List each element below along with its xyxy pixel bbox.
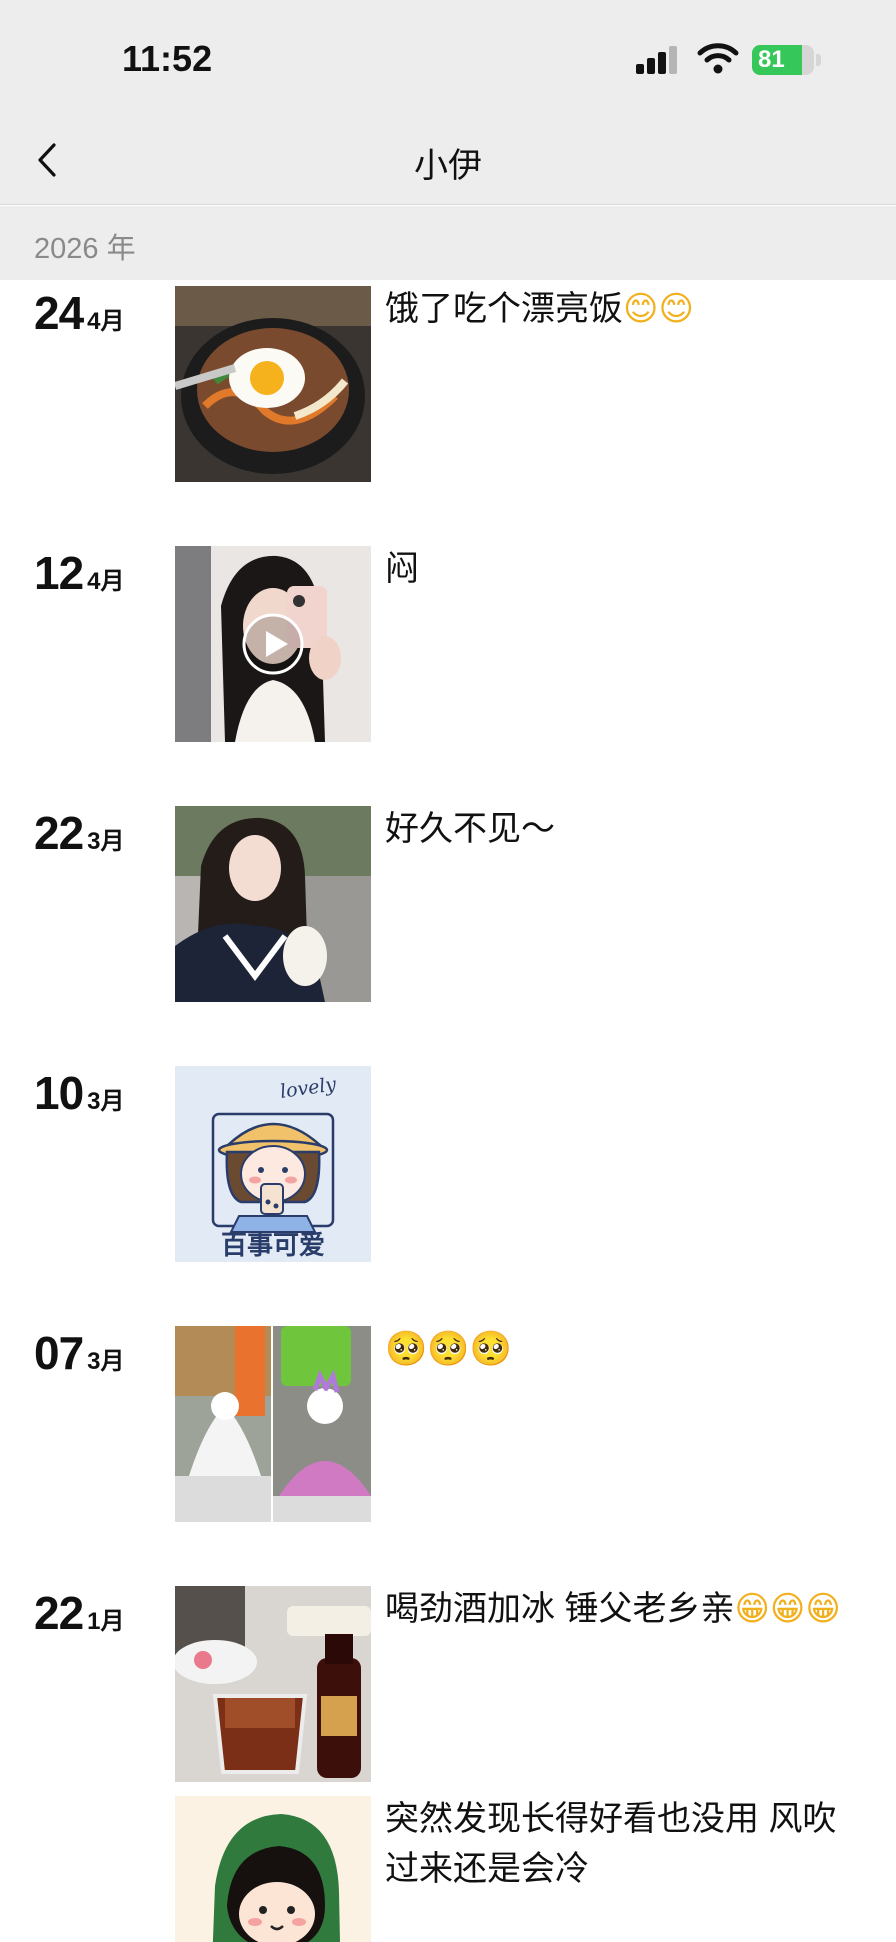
post-caption-text: 闷: [385, 550, 419, 588]
figurine-collage-thumbnail[interactable]: [175, 1326, 371, 1522]
status-bar: 11:52 81: [0, 0, 896, 115]
post-day: 12: [34, 547, 84, 599]
post-date: 22 1月: [34, 1586, 125, 1640]
cartoon-sticker-thumbnail[interactable]: lovely 百事可爱: [175, 1066, 371, 1262]
food-photo-thumbnail[interactable]: [175, 286, 371, 482]
battery-cap: [816, 54, 821, 66]
post-date: 24 4月: [34, 286, 125, 340]
post-month: 3月: [87, 1348, 125, 1375]
post-caption: 饿了吃个漂亮饭😊😊: [385, 284, 845, 334]
signal-icon: [636, 46, 680, 74]
year-label: 2026 年: [34, 233, 136, 265]
girl-photo-thumbnail[interactable]: [175, 806, 371, 1002]
post-caption: 喝劲酒加冰 锤父老乡亲😁😁😁: [385, 1584, 845, 1634]
post-day: 22: [34, 807, 84, 859]
post-date: 07 3月: [34, 1326, 125, 1380]
post-caption-text: 饿了吃个漂亮饭: [385, 290, 623, 328]
post-month: 4月: [87, 308, 125, 335]
post-caption: 突然发现长得好看也没用 风吹过来还是会冷: [385, 1794, 845, 1894]
navigation-bar: 小伊: [0, 115, 896, 205]
sticker-text-baishikeai: 百事可爱: [221, 1231, 325, 1261]
post-month: 1月: [87, 1608, 125, 1635]
pleading-emoji: 🥺🥺🥺: [385, 1329, 513, 1369]
post-date: 22 3月: [34, 806, 125, 860]
video-thumbnail[interactable]: [175, 546, 371, 742]
status-time: 11:52: [122, 38, 213, 79]
year-header: 2026 年: [0, 206, 896, 280]
post-caption: 闷: [385, 544, 845, 594]
smile-emoji: 😊😊: [623, 289, 694, 329]
wifi-icon: [697, 43, 739, 74]
moments-feed: 24 4月 饿了吃个漂亮饭😊😊 12 4月 闷 22 3月 好久不见～ 10 3…: [0, 280, 896, 1942]
post-day: 07: [34, 1327, 84, 1379]
post-month: 4月: [87, 568, 125, 595]
post-date: 10 3月: [34, 1066, 125, 1120]
post-caption-text: 好久不见～: [385, 810, 555, 848]
post-month: 3月: [87, 828, 125, 855]
battery-icon: 81: [752, 45, 814, 75]
battery-percent: 81: [758, 46, 785, 73]
play-icon[interactable]: [241, 612, 305, 676]
post-date: 12 4月: [34, 546, 125, 600]
post-caption: 好久不见～: [385, 804, 845, 854]
drink-photo-thumbnail[interactable]: [175, 1586, 371, 1782]
post-month: 3月: [87, 1088, 125, 1115]
post-caption-text: 突然发现长得好看也没用 风吹过来还是会冷: [385, 1800, 837, 1888]
grin-emoji: 😁😁😁: [734, 1589, 841, 1629]
post-day: 22: [34, 1587, 84, 1639]
post-caption: 🥺🥺🥺: [385, 1324, 845, 1374]
post-day: 24: [34, 287, 84, 339]
page-title: 小伊: [414, 147, 482, 185]
post-caption-text: 喝劲酒加冰 锤父老乡亲: [385, 1590, 735, 1628]
cartoon-green-hood-thumbnail[interactable]: [175, 1796, 371, 1942]
post-day: 10: [34, 1067, 84, 1119]
